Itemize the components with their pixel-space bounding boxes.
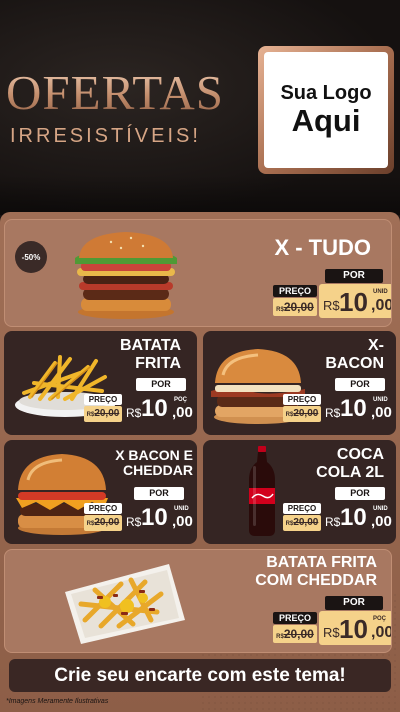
product-name: X BACON E CHEDDAR <box>115 447 193 479</box>
preco-label: PREÇO <box>273 612 317 624</box>
old-price: R$20,00 <box>84 515 122 531</box>
logo-text-line2: Aqui <box>291 103 361 138</box>
offers-title: OFERTAS <box>6 64 256 121</box>
preco-label: PREÇO <box>283 503 321 514</box>
por-label: POR <box>134 487 184 500</box>
old-price: R$20,00 <box>273 298 317 316</box>
product-name: BATATA FRITA <box>119 337 181 372</box>
new-price: R$ 10 POÇ ,00 <box>126 395 193 422</box>
product-card-x-bacon-cheddar: X BACON E CHEDDAR POR PREÇO R$20,00 R$ 10… <box>4 440 197 544</box>
old-price: R$20,00 <box>283 406 321 422</box>
preco-label: PREÇO <box>273 285 317 297</box>
old-price: R$20,00 <box>84 406 122 422</box>
preco-label: PREÇO <box>84 503 122 514</box>
burger-image <box>71 228 181 320</box>
por-label: POR <box>325 596 383 610</box>
preco-label: PREÇO <box>283 394 321 405</box>
por-label: POR <box>335 487 385 500</box>
logo-text-line1: Sua Logo <box>280 82 372 104</box>
offers-subtitle: IRRESISTÍVEIS! <box>10 125 201 147</box>
old-price: R$20,00 <box>273 625 317 643</box>
old-price: R$20,00 <box>283 515 321 531</box>
product-name: X - TUDO <box>274 235 371 260</box>
por-label: POR <box>335 378 385 391</box>
product-card-batata-cheddar: BATATA FRITA COM CHEDDAR POR PREÇO R$20,0… <box>4 549 392 653</box>
product-card-coca-cola: COCA COLA 2L POR PREÇO R$20,00 R$ 10 UNID… <box>203 440 396 544</box>
new-price: R$ 10 UNID ,00 <box>325 504 392 531</box>
disclaimer: *Imagens Meramente Ilustrativas <box>6 698 109 705</box>
por-label: POR <box>325 269 383 283</box>
logo-placeholder: Sua Logo Aqui <box>258 46 394 174</box>
product-card-batata-frita: BATATA FRITA POR PREÇO R$20,00 R$ 10 POÇ … <box>4 331 197 435</box>
cta-banner: Crie seu encarte com este tema! <box>9 659 391 692</box>
new-price: R$ 10 UNID ,00 <box>319 284 391 318</box>
new-price: R$ 10 POÇ ,00 <box>319 611 391 645</box>
product-name: BATATA FRITA COM CHEDDAR <box>255 554 377 589</box>
cheddar-fries-image <box>61 560 187 644</box>
preco-label: PREÇO <box>84 394 122 405</box>
por-label: POR <box>136 378 186 391</box>
product-name: COCA COLA 2L <box>316 446 384 481</box>
product-card-x-bacon: X- BACON POR PREÇO R$20,00 R$ 10 UNID ,00 <box>203 331 396 435</box>
product-card-x-tudo: -50% X - TUDO POR PREÇO R$20,00 R$ 10 UN… <box>4 219 392 327</box>
discount-badge: -50% <box>15 241 47 273</box>
product-name: X- BACON <box>325 337 384 372</box>
soda-bottle-image <box>247 446 277 538</box>
new-price: R$ 10 UNID ,00 <box>325 395 392 422</box>
new-price: R$ 10 UNID ,00 <box>126 504 193 531</box>
header-banner: OFERTAS IRRESISTÍVEIS! Sua Logo Aqui <box>0 0 400 215</box>
